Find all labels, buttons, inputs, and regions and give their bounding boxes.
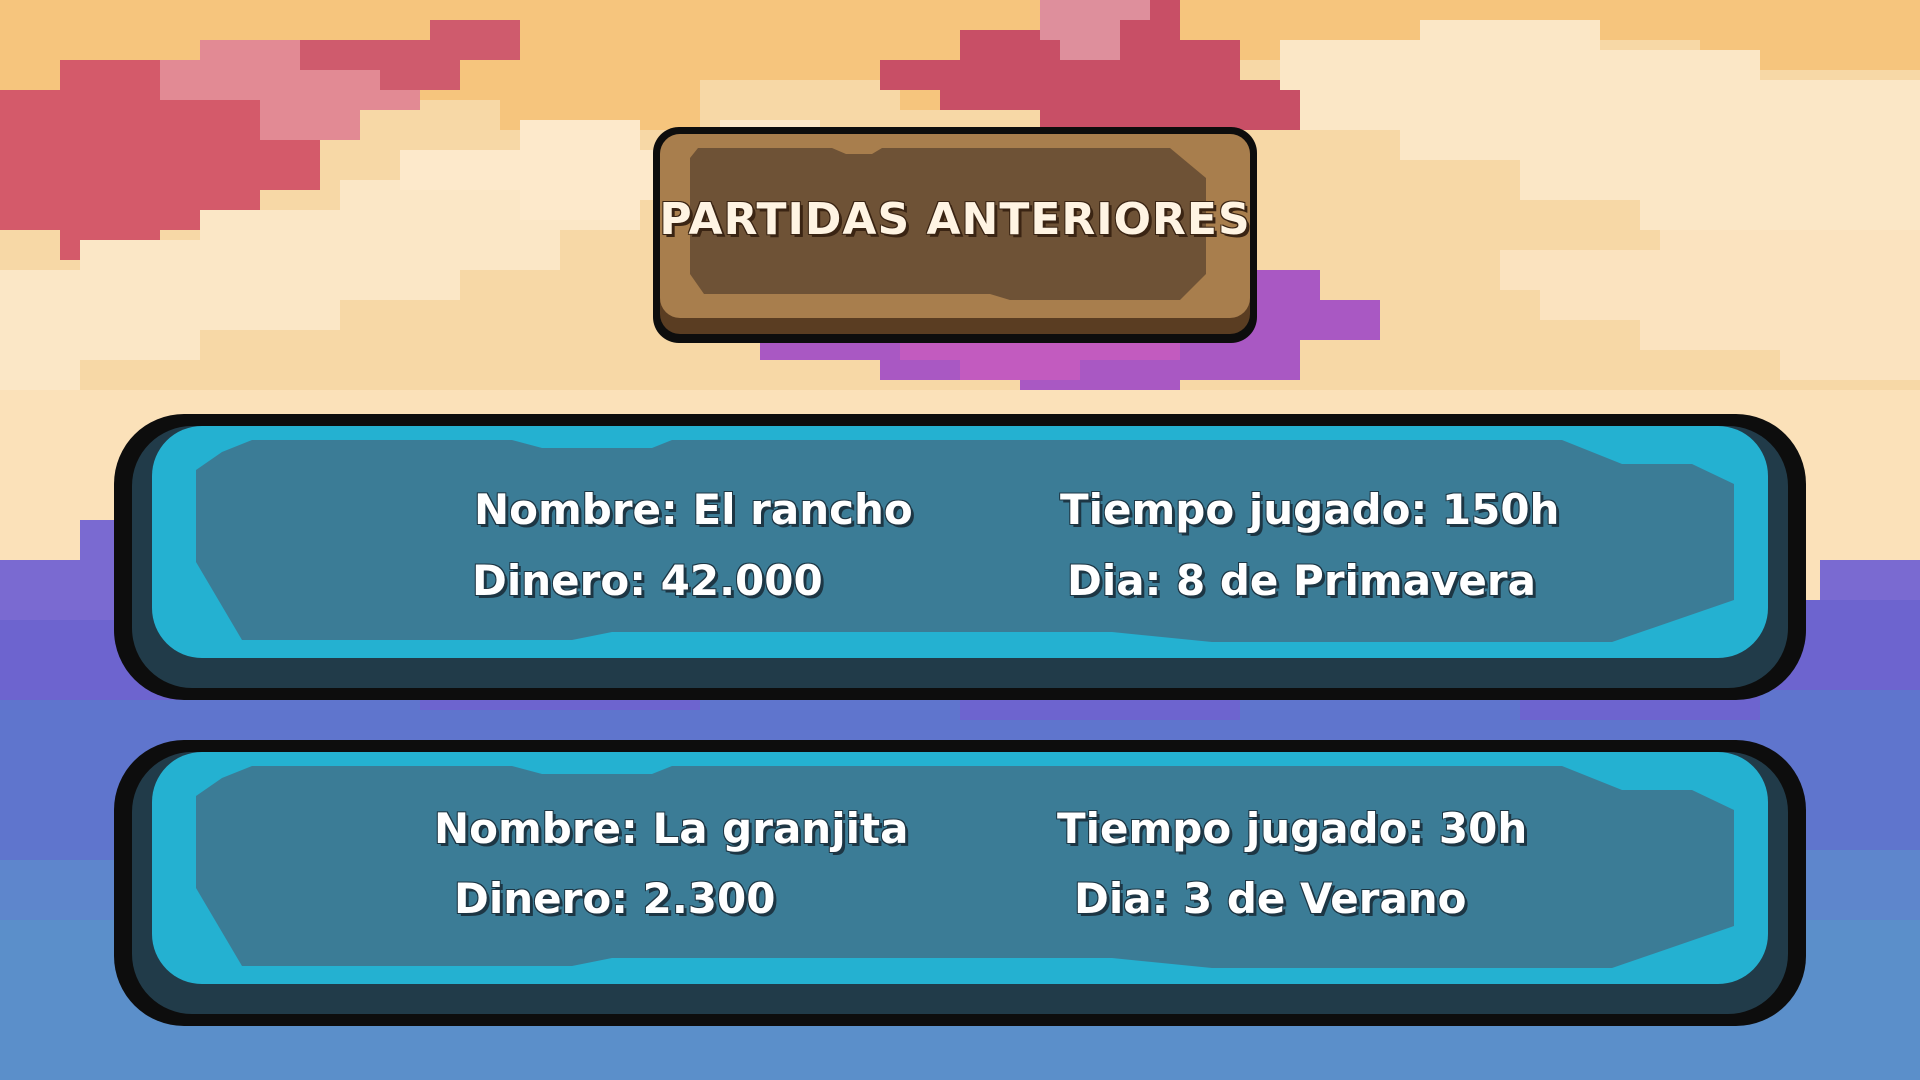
save-name: Nombre: El rancho <box>474 485 913 534</box>
slot-panel-icon <box>114 740 1806 1026</box>
save-money: Dinero: 2.300 <box>454 874 776 923</box>
screen-title: PARTIDAS ANTERIORES <box>659 194 1251 245</box>
title-plaque: PARTIDAS ANTERIORES <box>650 124 1260 346</box>
save-slot-card[interactable]: Nombre: El rancho Dinero: 42.000 Tiempo … <box>112 412 1808 702</box>
save-money: Dinero: 42.000 <box>472 556 823 605</box>
save-day: Dia: 8 de Primavera <box>1067 556 1536 605</box>
save-playtime: Tiempo jugado: 150h <box>1060 485 1560 534</box>
save-name: Nombre: La granjita <box>434 804 909 853</box>
save-day: Dia: 3 de Verano <box>1074 874 1467 923</box>
save-slot-card[interactable]: Nombre: La granjita Dinero: 2.300 Tiempo… <box>112 738 1808 1028</box>
save-playtime: Tiempo jugado: 30h <box>1057 804 1528 853</box>
slot-panel-icon <box>114 414 1806 700</box>
